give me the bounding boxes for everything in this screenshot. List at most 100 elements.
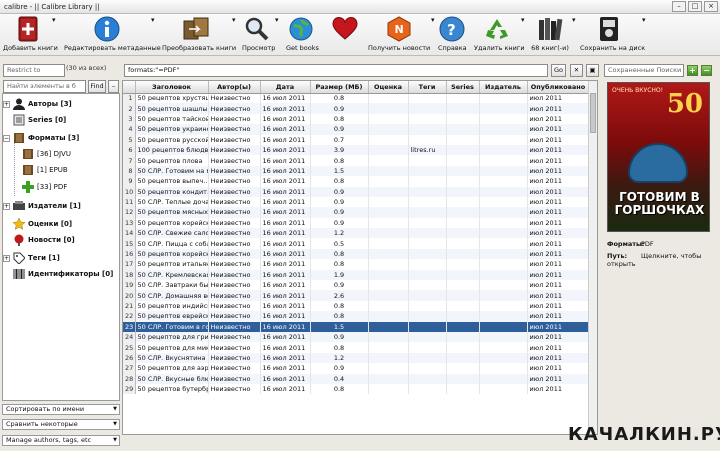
news-dropdown-arrow[interactable]: ▾: [431, 16, 435, 24]
vertical-scrollbar[interactable]: [588, 81, 597, 434]
match-select[interactable]: Сравнить некоторые ▼: [2, 419, 120, 430]
table-row[interactable]: 11 50 СЛР. Теплые доча... Неизвестно 16 июл…: [123, 196, 590, 208]
column-header[interactable]: Заголовок: [135, 81, 209, 94]
table-row[interactable]: 1750 рецептов итальян...Неизвестно16 июл…: [123, 259, 590, 270]
tag-browser-find-input[interactable]: Найти элементы в б: [3, 80, 86, 93]
table-cell: [408, 342, 447, 353]
table-row[interactable]: 2450 рецептов для гриляНеизвестно16 июл …: [123, 331, 590, 343]
table-row[interactable]: 2250 рецептов еврейск...Неизвестно16 июл…: [123, 311, 590, 322]
table-row[interactable]: 150 рецептов хрустящ...Неизвестно16 июл …: [123, 93, 590, 104]
saved-searches-select[interactable]: Сохраненные Поиски: [604, 64, 684, 77]
table-row[interactable]: 250 рецептов шашлык...Неизвестно16 июл 2…: [123, 103, 590, 114]
save-search-button[interactable]: ▣: [586, 64, 599, 77]
tree-format-djvu[interactable]: [36] DJVU: [21, 148, 71, 160]
save-dropdown-arrow[interactable]: ▾: [642, 16, 646, 24]
table-row[interactable]: 10 50 рецептов кондит... Неизвестно 16 июл …: [123, 186, 590, 197]
table-row[interactable]: 1350 рецептов корейск...Неизвестно16 июл…: [123, 217, 590, 229]
column-header[interactable]: Опубликовано: [527, 81, 590, 94]
collapse-button[interactable]: –: [108, 80, 119, 93]
table-cell: 3.9: [310, 144, 369, 156]
add-books-button[interactable]: Добавить книги: [3, 16, 58, 52]
table-row[interactable]: 27 50 рецептов для аэр... Неизвестно 16 июл…: [123, 363, 590, 374]
table-row[interactable]: 1850 СЛР. Кремлевская...Неизвестно16 июл…: [123, 269, 590, 281]
edit-metadata-button[interactable]: Редактировать метаданные: [64, 16, 161, 52]
formats-link[interactable]: PDF: [641, 240, 654, 248]
tree-news[interactable]: Новости [0]: [3, 234, 75, 246]
expand-icon[interactable]: +: [3, 254, 10, 262]
delete-saved-search-button[interactable]: −: [701, 65, 712, 76]
column-header[interactable]: [123, 81, 136, 94]
library-button[interactable]: 68 книг(-и): [530, 16, 570, 52]
book-cover[interactable]: ОЧЕНЬ ВКУСНО! 50 ГОТОВИМ В ГОРШОЧКАХ: [607, 82, 710, 232]
tree-authors[interactable]: + Авторы [3]: [3, 98, 72, 110]
table-row[interactable]: 350 рецептов тайской...Неизвестно16 июл …: [123, 113, 590, 125]
table-cell: 0.4: [310, 373, 369, 384]
edit-dropdown-arrow[interactable]: ▾: [151, 16, 155, 24]
table-row[interactable]: 2050 СЛР. Домашняя во...Неизвестно16 июл…: [123, 290, 590, 301]
scrollbar-thumb[interactable]: [590, 93, 596, 133]
go-button[interactable]: Go: [551, 64, 566, 77]
maximize-button[interactable]: □: [688, 1, 702, 12]
convert-books-button[interactable]: Преобразовать книги: [162, 16, 236, 52]
table-row[interactable]: 1650 рецептов корейск...Неизвестно16 июл…: [123, 248, 590, 260]
tree-identifiers[interactable]: Идентификаторы [0]: [3, 268, 113, 280]
column-header[interactable]: Издатель: [479, 81, 528, 94]
tree-ratings[interactable]: Оценки [0]: [3, 218, 72, 230]
table-row[interactable]: 2850 СЛР. Вкусные блю...Неизвестно16 июл…: [123, 373, 590, 384]
save-to-disk-button[interactable]: Сохранить на диск: [580, 16, 645, 52]
tree-format-epub[interactable]: [1] EPUB: [21, 164, 68, 176]
table-row[interactable]: 19 50 СЛР. Завтраки бы... Неизвестно 16 июл…: [123, 280, 590, 291]
table-row[interactable]: 2950 рецептов бутербр...Неизвестно16 июл…: [123, 383, 590, 395]
column-header[interactable]: Теги: [408, 81, 447, 94]
table-cell: 16 июл 2011: [260, 373, 311, 384]
table-cell: [408, 113, 447, 125]
find-button[interactable]: Find: [88, 80, 106, 93]
table-row[interactable]: 5 50 рецептов русской... Неизвестно 16 июл …: [123, 134, 590, 145]
donate-button[interactable]: [330, 16, 360, 42]
table-row[interactable]: 23 50 СЛР. Готовим в го... Неизвестно 16 ию…: [123, 321, 590, 332]
table-row[interactable]: 2150 рецептов индийск...Неизвестно16 июл…: [123, 300, 590, 312]
close-button[interactable]: ×: [704, 1, 718, 12]
collapse-icon[interactable]: −: [3, 134, 10, 142]
remove-books-button[interactable]: Удалить книги: [474, 16, 525, 52]
convert-dropdown-arrow[interactable]: ▾: [232, 16, 236, 24]
tree-formats[interactable]: − Форматы [3]: [3, 132, 79, 144]
help-button[interactable]: ? Справка: [438, 16, 467, 52]
manage-select[interactable]: Manage authors, tags, etc ▼: [2, 435, 120, 446]
fetch-news-button[interactable]: N Получить новости: [368, 16, 430, 52]
minimize-button[interactable]: –: [672, 1, 686, 12]
table-row[interactable]: 14 50 СЛР. Свежие сало... Неизвестно 16 июл…: [123, 228, 590, 239]
get-books-button[interactable]: Get books: [286, 16, 319, 52]
table-row[interactable]: 1550 СЛР. Пицца с собл...Неизвестно16 ию…: [123, 238, 590, 249]
column-header[interactable]: Дата: [260, 81, 311, 94]
table-row[interactable]: 850 СЛР. Готовим на м...Неизвестно16 июл…: [123, 165, 590, 177]
column-header[interactable]: Оценка: [368, 81, 409, 94]
table-row[interactable]: 9 50 рецептов выпеч... Неизвестно 16 июл 20…: [123, 176, 590, 187]
tree-publishers[interactable]: + Издатели [1]: [3, 200, 81, 212]
library-dropdown-arrow[interactable]: ▾: [572, 16, 576, 24]
table-row[interactable]: 26 50 СЛР. Вкуснятина ... Неизвестно 16 июл…: [123, 352, 590, 364]
clear-search-button[interactable]: ✕: [570, 64, 583, 77]
search-input[interactable]: formats:"=PDF": [124, 64, 548, 77]
add-saved-search-button[interactable]: +: [687, 65, 698, 76]
tree-tags[interactable]: + Теги [1]: [3, 252, 60, 264]
view-dropdown-arrow[interactable]: ▾: [275, 16, 279, 24]
tree-format-pdf[interactable]: [33] PDF: [21, 181, 67, 193]
column-header[interactable]: Автор(ы): [208, 81, 261, 94]
expand-icon[interactable]: +: [3, 100, 10, 108]
tree-series[interactable]: Series [0]: [3, 114, 66, 126]
add-dropdown-arrow[interactable]: ▾: [52, 16, 56, 24]
table-row[interactable]: 7 50 рецептов плова Неизвестно 16 июл 2011 0…: [123, 155, 590, 166]
table-row[interactable]: 2550 рецептов для микр...Неизвестно16 ию…: [123, 342, 590, 353]
column-header[interactable]: Размер (МБ): [310, 81, 369, 94]
expand-icon[interactable]: +: [3, 202, 10, 210]
view-button[interactable]: Просмотр: [242, 16, 275, 52]
restrict-to-select[interactable]: Restrict to: [3, 64, 65, 77]
table-row[interactable]: 6 100 рецептов блюдв Неизвестно 16 июл 2011…: [123, 144, 590, 156]
table-row[interactable]: 1250 рецептов мясных ...Неизвестно16 июл…: [123, 207, 590, 218]
column-header[interactable]: Series: [446, 81, 480, 94]
table-cell: [479, 155, 528, 166]
sort-by-select[interactable]: Сортировать по имени ▼: [2, 404, 120, 415]
table-row[interactable]: 450 рецептов украинс...Неизвестно16 июл …: [123, 124, 590, 135]
remove-dropdown-arrow[interactable]: ▾: [521, 16, 525, 24]
